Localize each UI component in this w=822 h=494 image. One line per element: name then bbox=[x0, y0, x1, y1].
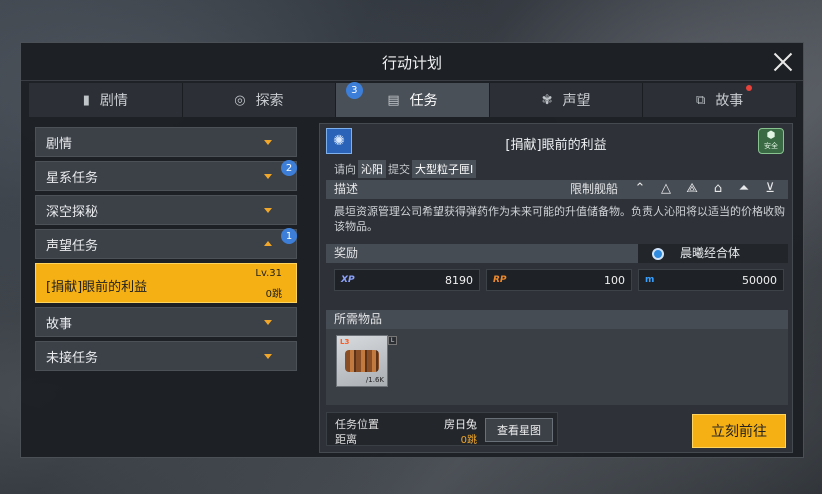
tab-tales[interactable]: ⧉ 故事 bbox=[643, 83, 797, 117]
request-line: 请向 沁阳 提交 大型粒子匣Ⅰ bbox=[334, 160, 478, 178]
faction-name: 晨曦经合体 bbox=[680, 246, 741, 260]
tab-reputation[interactable]: ✾ 声望 bbox=[489, 83, 644, 117]
submit-label: 提交 bbox=[388, 163, 410, 176]
reward-faction: 晨曦经合体 bbox=[638, 244, 788, 263]
ship-limit-label: 限制舰船 bbox=[569, 182, 618, 196]
sidebar-item-label: 未接任务 bbox=[46, 350, 99, 366]
carrier-icon: ⊻ bbox=[765, 181, 775, 196]
required-items-area: L3 L /1.6K bbox=[326, 329, 788, 405]
location-value: 房日兔 bbox=[444, 418, 477, 431]
reward-value: 8190 bbox=[445, 273, 473, 287]
sidebar-item-label: 星系任务 bbox=[46, 170, 99, 186]
sidebar-item-galaxy-missions[interactable]: 星系任务 2 bbox=[35, 160, 297, 191]
tab-label: 探索 bbox=[255, 93, 284, 109]
item-level-badge: L bbox=[388, 336, 397, 345]
sidebar-item-unaccepted[interactable]: 未接任务 bbox=[35, 341, 297, 371]
selected-mission-item[interactable]: [捐献]眼前的利益 Lv.31 0跳 bbox=[35, 263, 297, 303]
notification-dot bbox=[745, 85, 752, 91]
sidebar-item-story[interactable]: 剧情 bbox=[35, 127, 297, 157]
tab-label: 故事 bbox=[715, 93, 744, 109]
clipboard-icon: ▤ bbox=[387, 92, 400, 108]
tab-label: 任务 bbox=[409, 93, 438, 109]
title-bar: 行动计划 bbox=[21, 43, 803, 81]
book-icon: ▮ bbox=[82, 92, 90, 108]
tab-explore[interactable]: ◎ 探索 bbox=[182, 83, 337, 117]
safety-badge: ⬢ 安全 bbox=[758, 128, 784, 154]
distance-label: 距离 bbox=[335, 433, 357, 446]
sidebar-item-tales[interactable]: 故事 bbox=[35, 307, 297, 337]
mission-detail-panel: ✺ [捐献]眼前的利益 ⬢ 安全 请向 沁阳 提交 大型粒子匣Ⅰ 描述 限制舰船… bbox=[319, 123, 793, 453]
section-title: 描述 bbox=[334, 182, 359, 196]
mission-location-box: 任务位置 房日兔 距离 0跳 查看星图 bbox=[326, 412, 558, 446]
sidebar-item-label: 声望任务 bbox=[46, 238, 99, 254]
section-title: 奖励 bbox=[334, 246, 359, 260]
distance-value: 0跳 bbox=[460, 435, 477, 446]
battlecruiser-icon: ⌂ bbox=[713, 181, 723, 196]
reward-header: 奖励 晨曦经合体 bbox=[326, 244, 788, 263]
sidebar-item-deep-space[interactable]: 深空探秘 bbox=[35, 195, 297, 225]
safety-label: 安全 bbox=[764, 142, 778, 150]
ship-class-icons: ⌃ △ ⟁ ⌂ ⏶ ⊻ bbox=[632, 182, 778, 196]
item-quantity: /1.6K bbox=[365, 376, 384, 384]
chevron-down-icon bbox=[264, 208, 272, 213]
count-badge: 1 bbox=[281, 228, 297, 244]
mission-plan-window: 行动计划 ▮ 剧情 ◎ 探索 ▤ 任务 3 ✾ 声望 ⧉ 故事 剧情 星系任务 … bbox=[20, 42, 804, 458]
reward-rp: RP 100 bbox=[486, 269, 632, 291]
mission-level: Lv.31 bbox=[255, 268, 282, 279]
chevron-up-icon bbox=[264, 241, 272, 246]
mission-category-list: 剧情 星系任务 2 深空探秘 声望任务 1 [捐献]眼前的利益 Lv.31 0跳… bbox=[35, 127, 297, 375]
section-title: 所需物品 bbox=[334, 312, 383, 326]
reputation-icon: ✾ bbox=[541, 92, 553, 108]
chevron-down-icon bbox=[264, 354, 272, 359]
sidebar-item-reputation-missions[interactable]: 声望任务 1 bbox=[35, 228, 297, 259]
mission-item-label: [捐献]眼前的利益 bbox=[46, 280, 148, 295]
tab-label: 剧情 bbox=[99, 93, 128, 109]
mission-jumps: 0跳 bbox=[265, 289, 282, 300]
chevron-down-icon bbox=[264, 140, 272, 145]
item-tier-tag: L3 bbox=[340, 338, 350, 346]
particle-ammo-icon bbox=[345, 350, 379, 372]
view-star-map-button[interactable]: 查看星图 bbox=[485, 418, 553, 442]
required-item-card[interactable]: L3 L /1.6K bbox=[336, 335, 397, 387]
cruiser-icon: ⟁ bbox=[686, 181, 698, 196]
go-now-button[interactable]: 立刻前往 bbox=[692, 414, 786, 448]
tab-missions[interactable]: ▤ 任务 3 bbox=[336, 82, 490, 117]
required-item-name: 大型粒子匣Ⅰ bbox=[412, 160, 477, 178]
xp-icon: XP bbox=[341, 275, 355, 285]
reward-value: 50000 bbox=[742, 273, 777, 287]
sidebar-item-label: 故事 bbox=[46, 316, 73, 332]
tab-bar: ▮ 剧情 ◎ 探索 ▤ 任务 3 ✾ 声望 ⧉ 故事 bbox=[29, 82, 797, 117]
request-prefix: 请向 bbox=[334, 163, 356, 176]
shield-icon: ⬢ bbox=[766, 130, 776, 141]
frigate-icon: ⌃ bbox=[634, 181, 646, 196]
chevron-down-icon bbox=[264, 174, 272, 179]
close-icon[interactable] bbox=[771, 50, 795, 74]
tab-label: 声望 bbox=[562, 93, 591, 109]
sidebar-item-label: 深空探秘 bbox=[46, 204, 99, 220]
reward-xp: XP 8190 bbox=[334, 269, 480, 291]
reward-credits: m 50000 bbox=[638, 269, 784, 291]
reward-value: 100 bbox=[604, 273, 625, 287]
credits-icon: m bbox=[645, 275, 655, 285]
tab-story[interactable]: ▮ 剧情 bbox=[29, 83, 183, 117]
battleship-icon: ⏶ bbox=[738, 181, 750, 196]
sidebar-item-label: 剧情 bbox=[46, 136, 73, 152]
reward-list: XP 8190 RP 100 m 50000 bbox=[334, 269, 784, 291]
count-badge: 2 bbox=[281, 160, 297, 176]
mission-title: [捐献]眼前的利益 bbox=[505, 138, 607, 153]
rp-icon: RP bbox=[493, 275, 507, 285]
destroyer-icon: △ bbox=[661, 181, 671, 196]
mission-description: 晨垣资源管理公司希望获得弹药作为未来可能的升值储备物。负责人沁阳将以适当的价格收… bbox=[334, 205, 785, 233]
story-icon: ⧉ bbox=[696, 92, 706, 108]
tab-badge: 3 bbox=[345, 82, 363, 99]
chevron-down-icon bbox=[264, 320, 272, 325]
window-title: 行动计划 bbox=[381, 54, 442, 72]
required-items-header: 所需物品 bbox=[326, 310, 788, 329]
npc-name: 沁阳 bbox=[358, 160, 386, 178]
location-label: 任务位置 bbox=[335, 418, 379, 431]
faction-icon bbox=[652, 247, 664, 260]
explore-icon: ◎ bbox=[234, 92, 246, 108]
description-header: 描述 限制舰船 ⌃ △ ⟁ ⌂ ⏶ ⊻ bbox=[326, 180, 788, 199]
